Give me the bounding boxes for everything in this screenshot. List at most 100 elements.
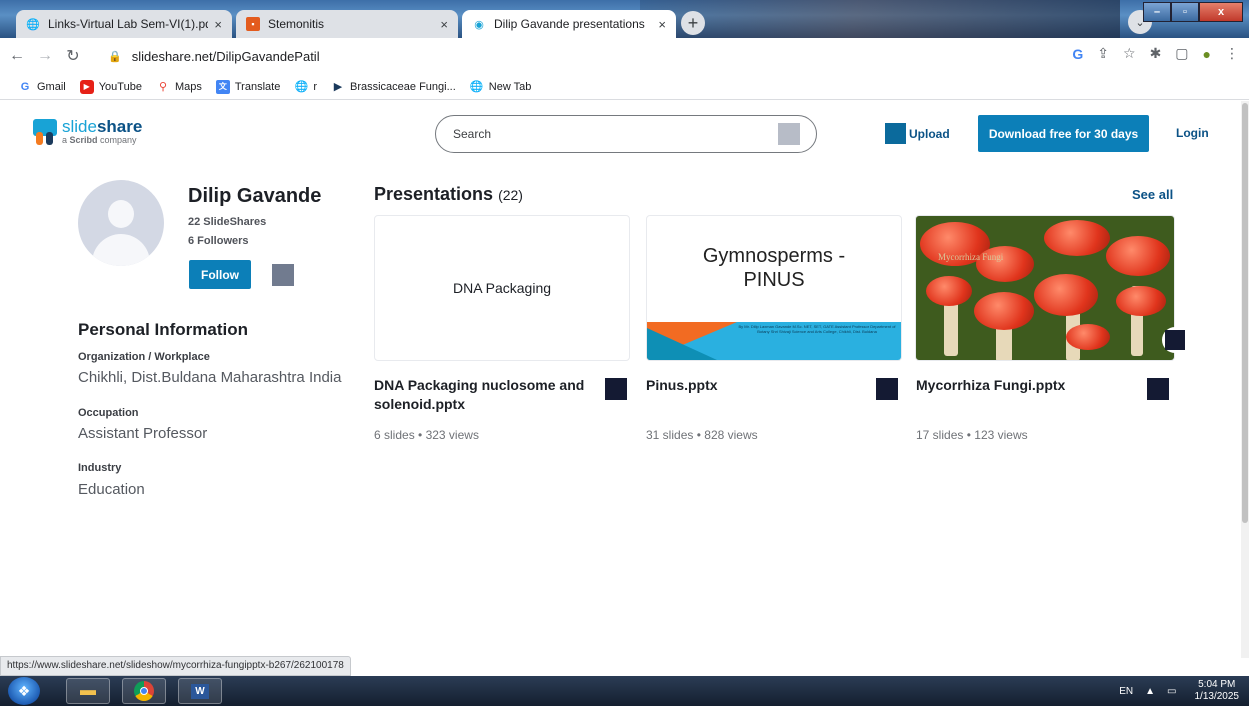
google-lens-icon[interactable]: G [1072,46,1083,62]
maps-pin-icon: ⚲ [158,81,167,93]
followers-count[interactable]: 6 Followers [188,235,249,247]
profile-name: Dilip Gavande [188,185,322,207]
lock-icon: 🔒 [108,50,122,63]
language-indicator[interactable]: EN [1119,686,1133,697]
presentation-title[interactable]: Mycorrhiza Fungi.pptx [916,376,1065,395]
arrow-left-icon: ← [9,47,25,64]
save-icon[interactable] [1162,327,1188,353]
occupation-value: Assistant Professor [78,425,208,442]
toolbar-icons: G ⇪ ☆ ✱ ▢ ● ⋮ [1072,45,1239,62]
url-text: slideshare.net/DilipGavandePatil [131,48,320,64]
slides-icon: ▶ [333,81,343,93]
close-window-button[interactable]: x [1199,2,1243,22]
minimize-button[interactable]: – [1143,2,1171,22]
star-icon[interactable]: ☆ [1123,45,1136,62]
organization-value: Chikhli, Dist.Buldana Maharashtra India [78,369,342,386]
upload-icon [885,123,906,144]
back-button[interactable]: ← [6,45,28,67]
extensions-icon[interactable]: ✱ [1150,45,1162,62]
thumbnail-title: Mycorrhiza Fungi [938,252,1004,262]
clock[interactable]: 5:04 PM 1/13/2025 [1195,679,1240,703]
logo-wordmark: slideshare [62,117,143,136]
google-icon: G [20,80,30,93]
slideshares-count[interactable]: 22 SlideShares [188,216,266,228]
bookmark-youtube[interactable]: ▶ YouTube [79,79,142,94]
more-options-icon[interactable] [272,264,294,286]
close-tab-icon[interactable]: × [440,17,448,32]
download-free-button[interactable]: Download free for 30 days [978,115,1149,152]
system-tray: EN ▲ ▭ 5:04 PM 1/13/2025 [1119,676,1249,706]
upload-link[interactable]: Upload [885,123,950,144]
menu-kebab-icon[interactable]: ⋮ [1225,45,1239,62]
close-tab-icon[interactable]: × [658,17,666,32]
industry-label: Industry [78,462,122,474]
bookmark-translate[interactable]: 文 Translate [215,79,280,94]
windows-logo-icon: ❖ [17,682,31,699]
presentation-meta: 6 slides • 323 views [374,428,479,442]
chrome-icon [134,681,154,701]
see-all-link[interactable]: See all [1132,187,1173,202]
search-input[interactable]: Search [435,115,817,153]
follow-button[interactable]: Follow [189,260,251,289]
slideshare-logo-icon [33,119,57,145]
thumbnail-title: DNA Packaging [452,280,552,296]
presentation-meta: 17 slides • 123 views [916,428,1028,442]
window-controls: – ▫ x [1143,2,1243,22]
side-panel-icon[interactable]: ▢ [1175,45,1188,62]
address-bar[interactable]: 🔒 slideshare.net/DilipGavandePatil [108,43,1238,69]
presentation-thumbnail[interactable]: Gymnosperms - PINUS By Mr. Dilip Laxman G… [646,215,902,361]
slideshare-logo[interactable]: slideshare a Scribd company [33,117,143,145]
arrow-right-icon: → [37,47,53,64]
bookmark-gmail[interactable]: G Gmail [18,80,66,94]
bookmark-brassicaceae[interactable]: ▶ Brassicaceae Fungi... [331,80,456,94]
presentation-thumbnail[interactable]: DNA Packaging [374,215,630,361]
bookmarks-bar: G Gmail ▶ YouTube ⚲ Maps 文 Translate 🌐 r… [0,74,1249,100]
status-url: https://www.slideshare.net/slideshow/myc… [0,656,351,676]
search-icon[interactable] [778,123,800,145]
bookmark-maps[interactable]: ⚲ Maps [156,80,202,94]
thumbnail-title: Gymnosperms - PINUS [702,245,846,291]
forward-button[interactable]: → [34,45,56,67]
search-placeholder: Search [453,127,492,141]
tab-stemonitis[interactable]: ▪ Stemonitis × [236,10,458,38]
profile-avatar-icon[interactable]: ● [1203,46,1211,62]
start-button[interactable]: ❖ [8,677,40,705]
browser-toolbar: ← → ↻ 🔒 slideshare.net/DilipGavandePatil… [0,38,1249,74]
login-link[interactable]: Login [1176,126,1209,140]
close-tab-icon[interactable]: × [214,17,222,32]
presentation-title[interactable]: DNA Packaging nuclosome and solenoid.ppt… [374,376,599,414]
network-icon[interactable]: ▭ [1167,686,1176,697]
share-icon[interactable]: ⇪ [1097,45,1109,62]
taskbar: ❖ ▬ W EN ▲ ▭ 5:04 PM 1/13/2025 [0,676,1249,706]
taskbar-explorer[interactable]: ▬ [66,678,110,704]
thumbnail-credit: By Mr. Dilip Laxman Gavande M.Sc. NET, S… [738,324,896,334]
word-icon: W [191,683,209,699]
page-scrollbar[interactable] [1241,101,1249,658]
presentation-thumbnail[interactable]: Mycorrhiza Fungi [915,215,1175,361]
bookmark-new-tab[interactable]: 🌐 New Tab [470,80,531,94]
bookmark-r[interactable]: 🌐 r [294,80,317,94]
save-icon[interactable] [605,378,627,400]
industry-value: Education [78,481,145,498]
save-icon[interactable] [876,378,898,400]
occupation-label: Occupation [78,407,139,419]
presentations-heading: Presentations (22) [374,184,523,204]
save-icon[interactable] [1147,378,1169,400]
slides-icon: ▪ [246,17,260,31]
maximize-button[interactable]: ▫ [1171,2,1199,22]
reload-button[interactable]: ↻ [62,45,84,67]
page-content: slideshare a Scribd company Search Uploa… [0,101,1241,658]
tab-dilip-presentations[interactable]: ◉ Dilip Gavande presentations × [462,10,676,38]
taskbar-chrome[interactable] [122,678,166,704]
taskbar-word[interactable]: W [178,678,222,704]
new-tab-button[interactable]: + [681,11,705,35]
logo-tagline: a Scribd company [62,135,137,145]
presentation-title[interactable]: Pinus.pptx [646,376,718,395]
scrollbar-thumb[interactable] [1242,103,1248,523]
avatar [78,180,164,266]
presentation-meta: 31 slides • 828 views [646,428,758,442]
slideshare-icon: ◉ [474,18,484,31]
tab-links-pdf[interactable]: 🌐 Links-Virtual Lab Sem-VI(1).pdf × [16,10,232,38]
globe-icon: 🌐 [294,81,309,93]
chevron-up-icon[interactable]: ▲ [1145,686,1155,697]
